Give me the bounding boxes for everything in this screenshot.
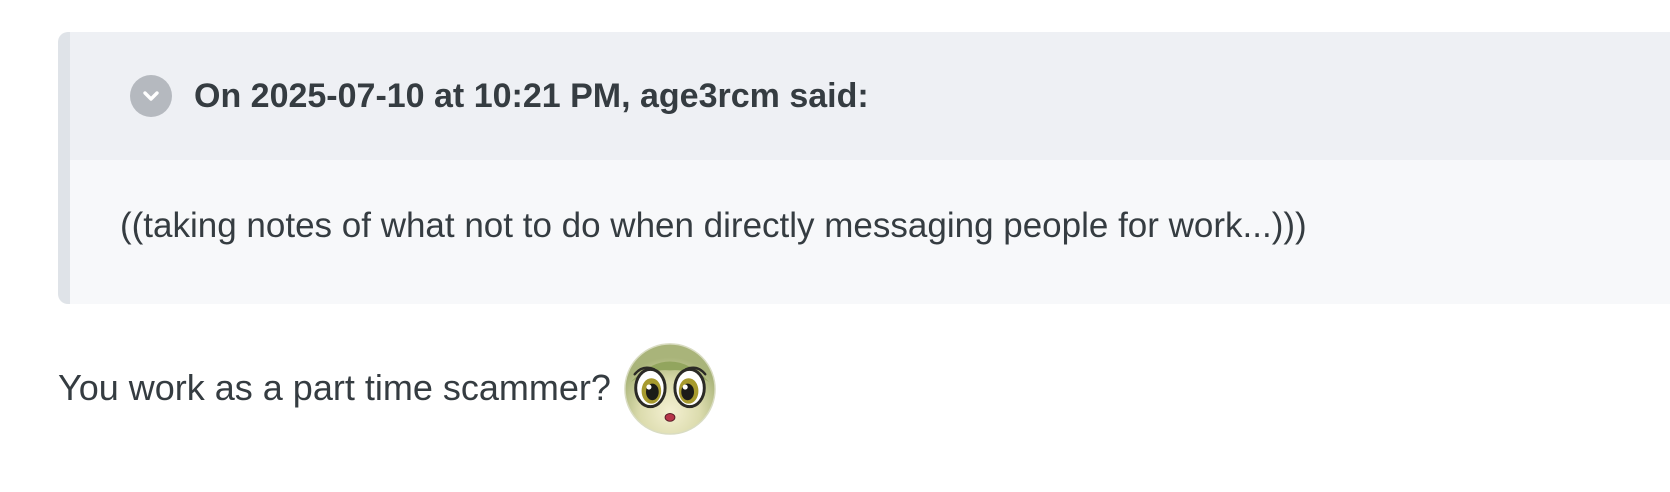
chevron-down-icon[interactable] — [130, 75, 172, 117]
quote-citation: On 2025-07-10 at 10:21 PM, age3rcm said: — [194, 76, 869, 115]
forum-post: On 2025-07-10 at 10:21 PM, age3rcm said:… — [0, 0, 1670, 492]
surprised-pony-face-emoji-icon — [624, 343, 716, 435]
quote-header: On 2025-07-10 at 10:21 PM, age3rcm said: — [70, 32, 1670, 160]
post-content: You work as a part time scammer? — [58, 336, 719, 440]
blockquote: On 2025-07-10 at 10:21 PM, age3rcm said:… — [58, 32, 1670, 304]
quote-body: ((taking notes of what not to do when di… — [120, 206, 1307, 245]
reply-text: You work as a part time scammer? — [58, 367, 611, 408]
